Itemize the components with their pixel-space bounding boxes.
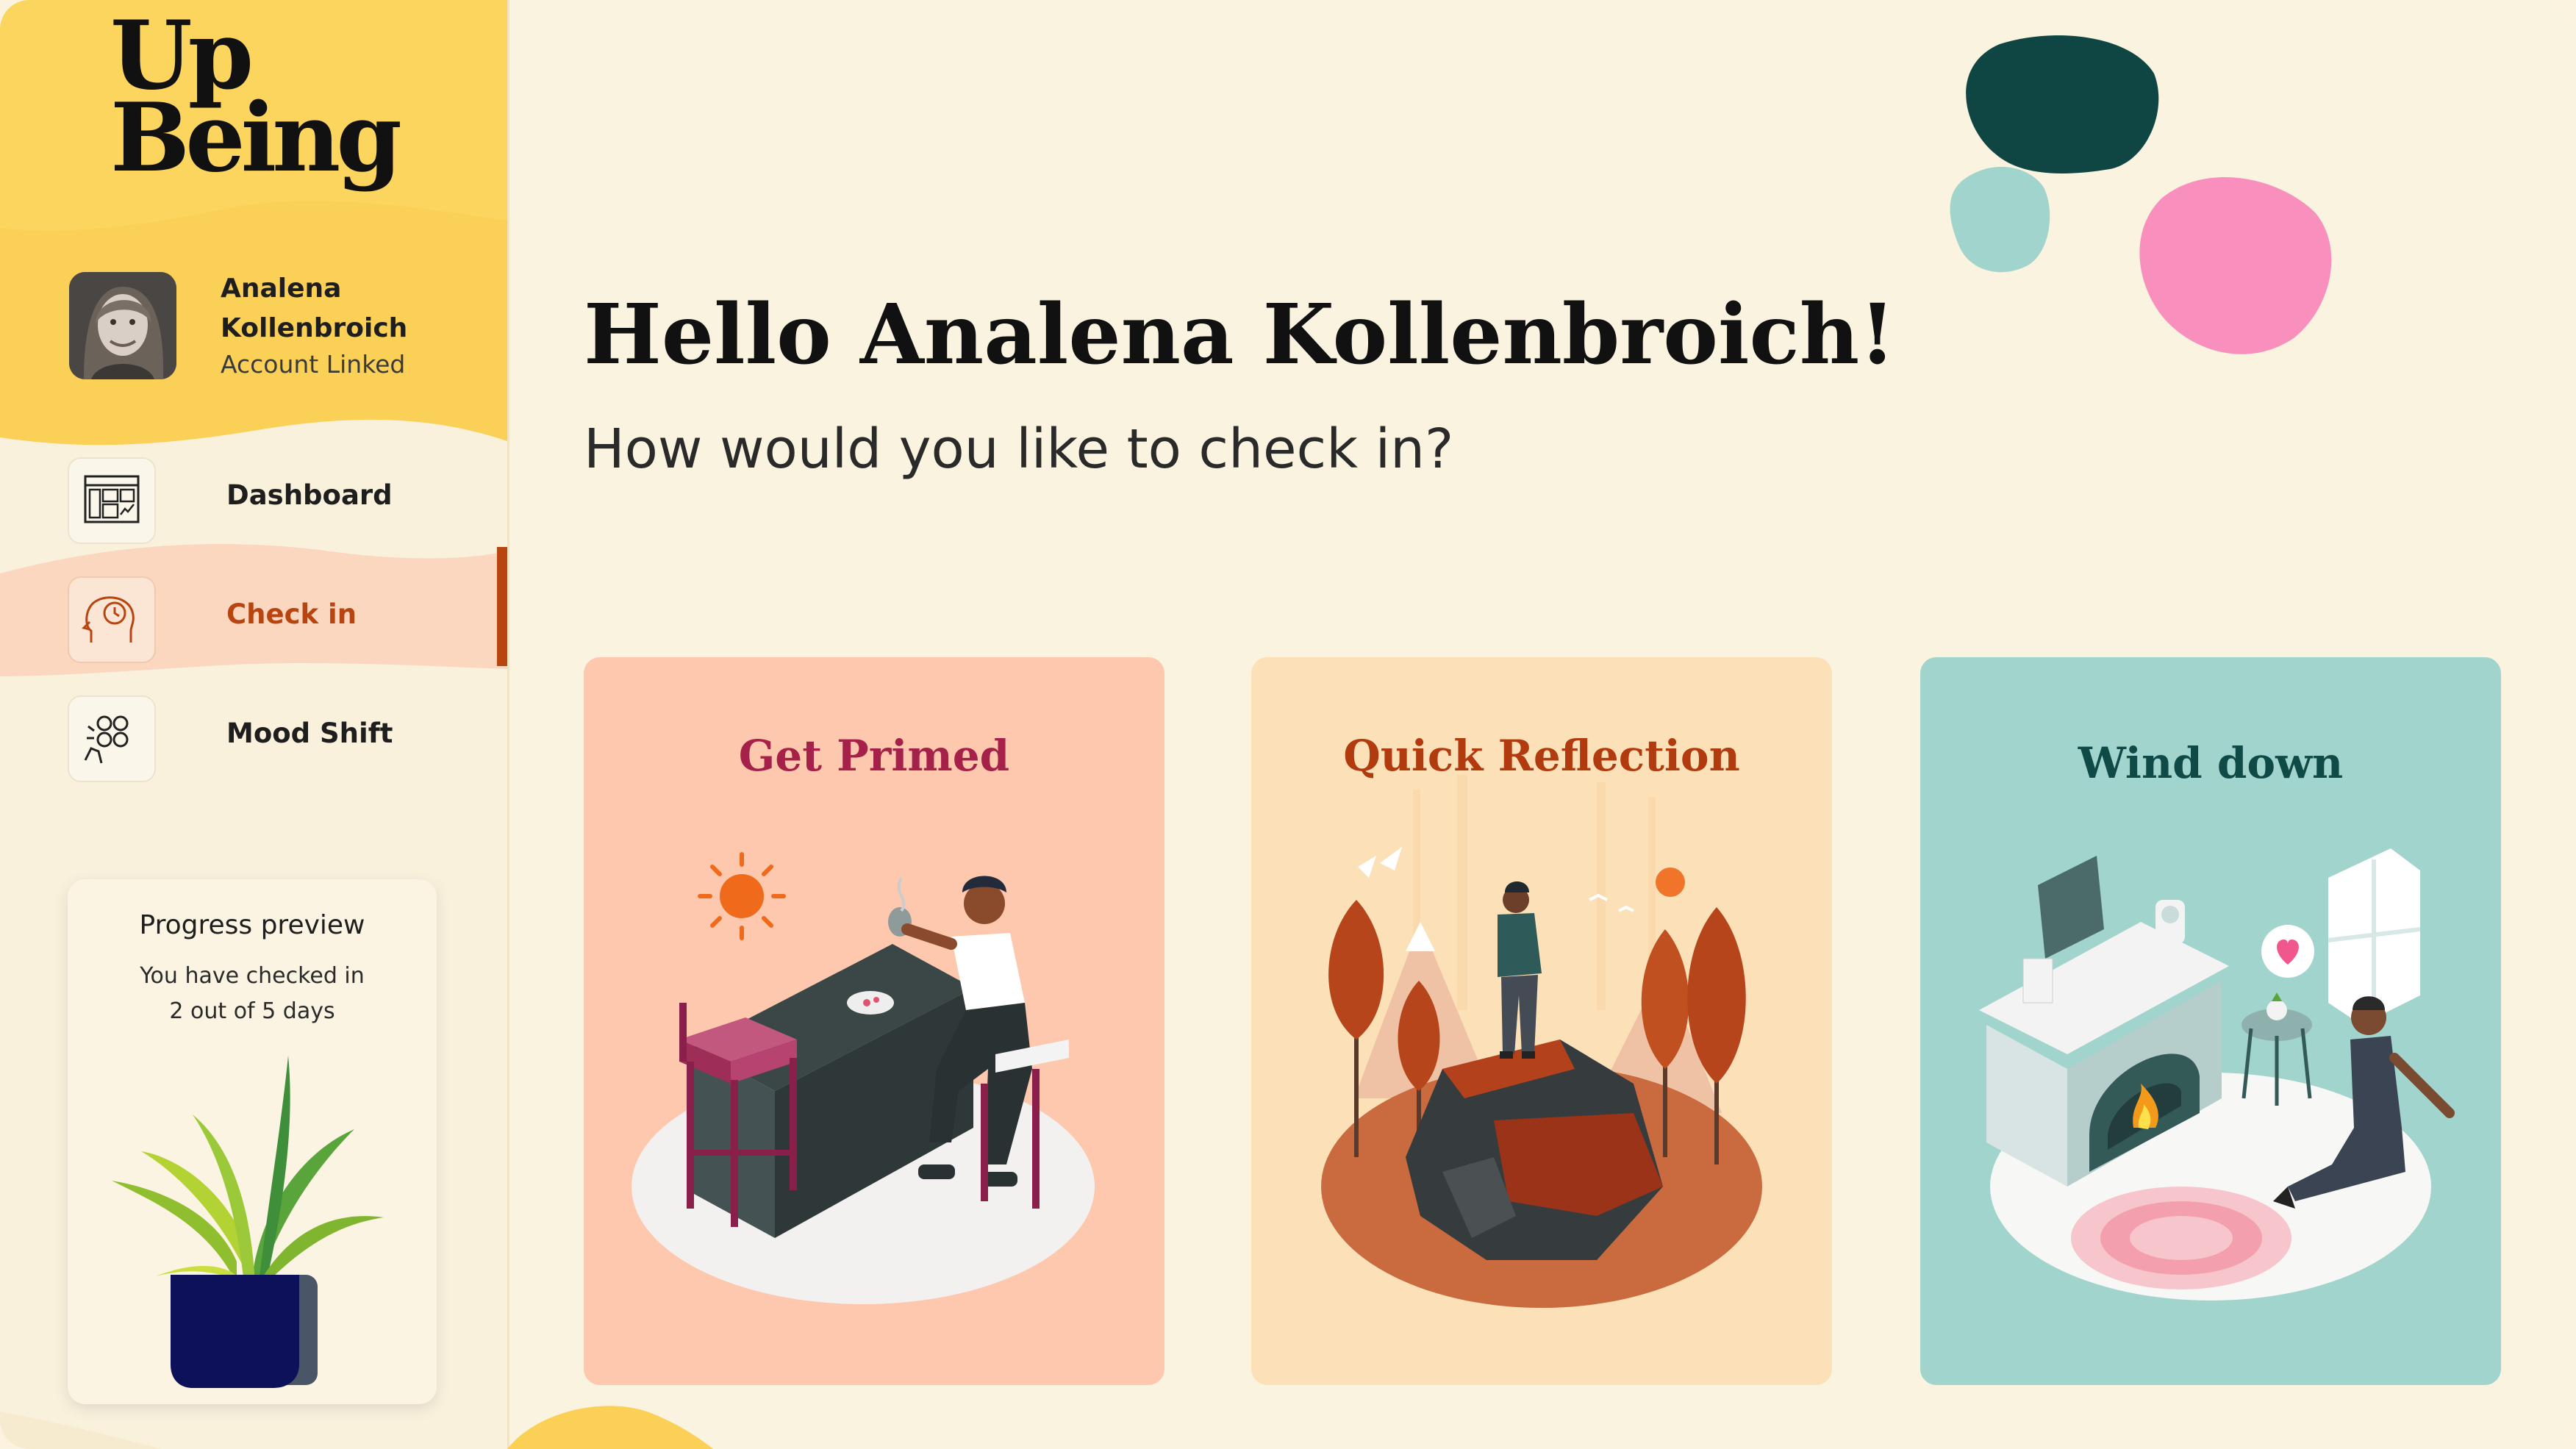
card-wind-down[interactable]: Wind down (1920, 657, 2501, 1385)
progress-text: You have checked in 2 out of 5 days (112, 959, 393, 1029)
card-title-wind-down: Wind down (2078, 738, 2344, 788)
nav-item-dashboard[interactable]: Dashboard (0, 441, 507, 559)
card-title-get-primed: Get Primed (738, 731, 1010, 781)
progress-text-line-1: You have checked in (140, 963, 365, 989)
app-window: Up Being Analena Kollenbroich Account Li… (0, 0, 2576, 1449)
blob-dark-green (1966, 35, 2159, 173)
sidebar-bottom-wave (0, 1412, 162, 1449)
nav-active-indicator (497, 547, 507, 666)
progress-text-line-2: 2 out of 5 days (169, 998, 335, 1024)
mood-faces-icon (68, 695, 156, 782)
dashboard-icon (68, 457, 156, 544)
nav-item-mood-shift[interactable]: Mood Shift (0, 679, 507, 797)
progress-preview-card[interactable]: Progress preview You have checked in 2 o… (68, 879, 437, 1404)
logo-line-2: Being (110, 83, 402, 193)
page-subtitle: How would you like to check in? (584, 418, 1454, 481)
app-logo[interactable]: Up Being (110, 9, 402, 193)
account-status: Account Linked (221, 350, 406, 379)
plant-illustration (112, 1056, 384, 1388)
avatar-portrait (69, 272, 176, 379)
sun-icon (698, 852, 786, 940)
blob-pink (2139, 177, 2332, 354)
blob-teal (1950, 166, 2050, 273)
nav-label-mood-shift: Mood Shift (226, 718, 393, 749)
card-title-quick-reflection: Quick Reflection (1343, 731, 1740, 781)
decorative-blobs (1950, 35, 2332, 354)
user-name: Analena Kollenbroich (221, 273, 408, 343)
head-clock-icon (68, 576, 156, 663)
card-get-primed[interactable]: Get Primed (584, 657, 1164, 1385)
bottom-yellow-blob (507, 1406, 713, 1449)
nav-item-check-in[interactable]: Check in (0, 560, 507, 678)
nav-label-dashboard: Dashboard (226, 479, 393, 511)
progress-title: Progress preview (139, 910, 365, 940)
sidebar: Up Being Analena Kollenbroich Account Li… (0, 0, 509, 1449)
avatar[interactable] (69, 272, 176, 379)
page-title: Hello Analena Kollenbroich! (584, 287, 1896, 383)
card-quick-reflection[interactable]: Quick Reflection (1251, 657, 1832, 1385)
nav-label-check-in: Check in (226, 598, 357, 630)
